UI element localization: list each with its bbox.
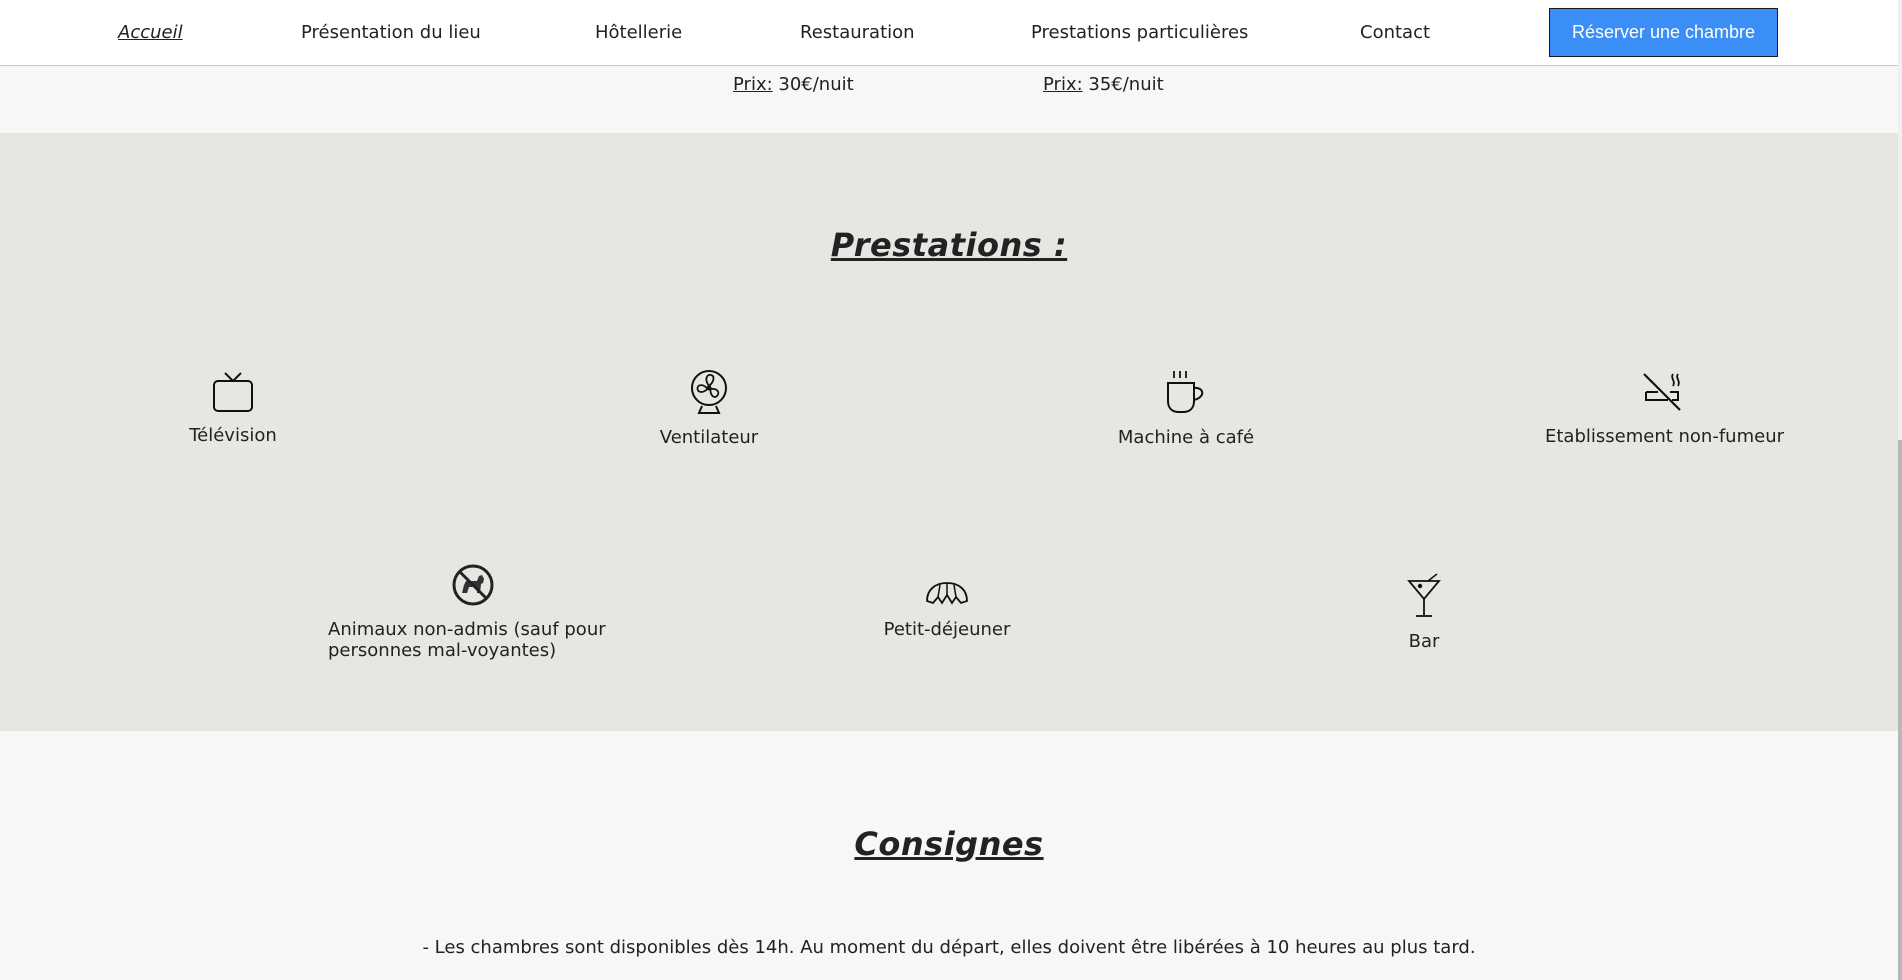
rules-title: Consignes	[854, 825, 1044, 863]
service-coffee-machine: Machine à café	[1096, 369, 1276, 448]
coffee-cup-icon	[1167, 371, 1204, 413]
page-scrollbar[interactable]	[1898, 0, 1902, 980]
fan-icon	[691, 370, 727, 414]
nav-link-hotellerie[interactable]: Hôtellerie	[595, 22, 682, 43]
room-prices: Prix: 30€/nuit Prix: 35€/nuit	[0, 66, 1898, 133]
service-label: Bar	[1408, 631, 1440, 652]
top-navigation: Accueil Présentation du lieu Hôtellerie …	[0, 0, 1898, 66]
rule-checkin-checkout: - Les chambres sont disponibles dès 14h.…	[422, 937, 1476, 958]
services-title: Prestations :	[830, 226, 1068, 264]
scrollbar-thumb[interactable]	[1898, 440, 1902, 980]
service-television: Télévision	[163, 371, 303, 446]
service-label: Machine à café	[1117, 427, 1255, 448]
no-pets-icon	[452, 564, 494, 606]
service-label: Ventilateur	[659, 427, 759, 448]
nav-link-restauration[interactable]: Restauration	[800, 22, 915, 43]
service-fan: Ventilateur	[639, 369, 779, 448]
book-room-button[interactable]: Réserver une chambre	[1549, 8, 1778, 57]
nav-link-prestations[interactable]: Prestations particulières	[1031, 22, 1248, 43]
price-value: 35€/nuit	[1088, 74, 1164, 95]
price-superior: Prix: 35€/nuit	[1043, 74, 1164, 95]
nav-link-accueil[interactable]: Accueil	[118, 22, 183, 43]
service-label: Petit-déjeuner	[883, 619, 1011, 640]
price-label: Prix:	[1043, 74, 1083, 95]
service-no-pets: Animaux non-admis (sauf pour personnes m…	[328, 563, 618, 661]
service-label: Télévision	[189, 425, 277, 446]
rules-section: Consignes - Les chambres sont disponible…	[0, 731, 1898, 980]
cocktail-icon	[1407, 573, 1441, 617]
price-value: 30€/nuit	[778, 74, 854, 95]
croissant-icon	[926, 582, 968, 605]
price-label: Prix:	[733, 74, 773, 95]
nav-link-presentation[interactable]: Présentation du lieu	[301, 22, 481, 43]
service-breakfast: Petit-déjeuner	[872, 581, 1022, 640]
nav-link-contact[interactable]: Contact	[1360, 22, 1430, 43]
service-non-smoking: Etablissement non-fumeur	[1545, 370, 1785, 447]
service-bar: Bar	[1382, 573, 1466, 652]
price-standard: Prix: 30€/nuit	[733, 74, 854, 95]
services-section: Prestations : Télévision Ventilateur Mac…	[0, 133, 1898, 731]
service-label: Etablissement non-fumeur	[1545, 426, 1785, 447]
service-label: Animaux non-admis (sauf pour personnes m…	[328, 619, 606, 661]
no-smoking-icon	[1642, 373, 1681, 411]
tv-icon	[213, 372, 253, 412]
